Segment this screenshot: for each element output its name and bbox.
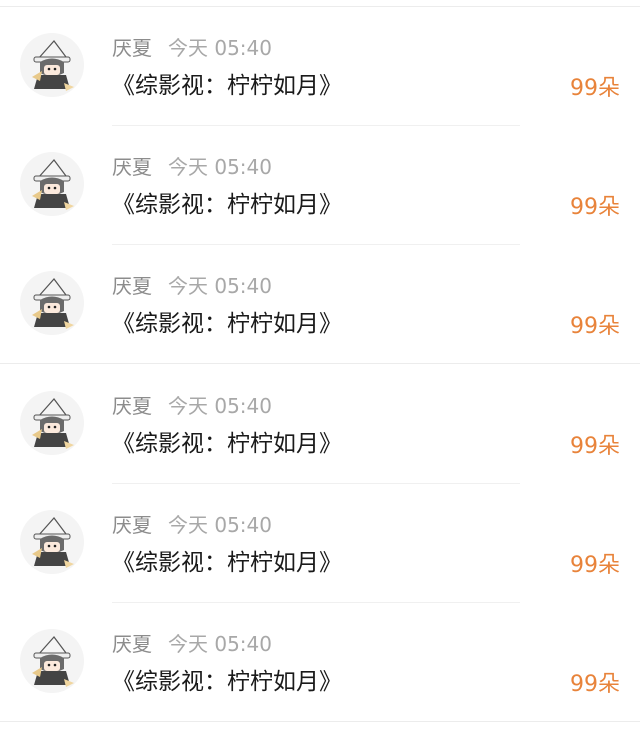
book-title[interactable]: 《综影视：柠柠如月》: [112, 70, 342, 102]
book-title[interactable]: 《综影视：柠柠如月》: [112, 308, 342, 340]
flower-count: 99朵: [570, 672, 620, 697]
avatar[interactable]: [20, 510, 84, 574]
timestamp: 今天 05:40: [168, 36, 272, 60]
flower-count: 99朵: [570, 553, 620, 578]
book-title[interactable]: 《综影视：柠柠如月》: [112, 189, 342, 221]
list-item[interactable]: 厌夏 今天 05:40 《综影视：柠柠如月》 99朵: [0, 365, 640, 484]
list-item[interactable]: 厌夏 今天 05:40 《综影视：柠柠如月》 99朵: [0, 7, 640, 126]
list-item[interactable]: 厌夏 今天 05:40 《综影视：柠柠如月》 99朵: [0, 245, 640, 364]
meta-line: 厌夏 今天 05:40: [112, 35, 272, 61]
list-item[interactable]: 厌夏 今天 05:40 《综影视：柠柠如月》 99朵: [0, 484, 640, 603]
gift-record-list: 厌夏 今天 05:40 《综影视：柠柠如月》 99朵 厌夏 今天 05:40 《综影…: [0, 0, 640, 735]
meta-line: 厌夏 今天 05:40: [112, 393, 272, 419]
timestamp: 今天 05:40: [168, 632, 272, 656]
flower-count: 99朵: [570, 76, 620, 101]
avatar-chibi-icon: [32, 159, 74, 210]
avatar[interactable]: [20, 391, 84, 455]
avatar[interactable]: [20, 152, 84, 216]
avatar-chibi-icon: [32, 636, 74, 687]
row-divider: [0, 721, 640, 722]
username[interactable]: 厌夏: [112, 632, 152, 656]
username[interactable]: 厌夏: [112, 274, 152, 298]
username[interactable]: 厌夏: [112, 513, 152, 537]
avatar-chibi-icon: [32, 278, 74, 329]
username[interactable]: 厌夏: [112, 155, 152, 179]
avatar-chibi-icon: [32, 398, 74, 449]
list-item[interactable]: 厌夏 今天 05:40 《综影视：柠柠如月》 99朵: [0, 603, 640, 722]
meta-line: 厌夏 今天 05:40: [112, 512, 272, 538]
avatar-chibi-icon: [32, 40, 74, 91]
timestamp: 今天 05:40: [168, 274, 272, 298]
book-title[interactable]: 《综影视：柠柠如月》: [112, 547, 342, 579]
username[interactable]: 厌夏: [112, 394, 152, 418]
username[interactable]: 厌夏: [112, 36, 152, 60]
timestamp: 今天 05:40: [168, 155, 272, 179]
avatar[interactable]: [20, 271, 84, 335]
flower-count: 99朵: [570, 314, 620, 339]
avatar-chibi-icon: [32, 517, 74, 568]
meta-line: 厌夏 今天 05:40: [112, 631, 272, 657]
avatar[interactable]: [20, 629, 84, 693]
avatar[interactable]: [20, 33, 84, 97]
meta-line: 厌夏 今天 05:40: [112, 273, 272, 299]
flower-count: 99朵: [570, 434, 620, 459]
flower-count: 99朵: [570, 195, 620, 220]
book-title[interactable]: 《综影视：柠柠如月》: [112, 666, 342, 698]
timestamp: 今天 05:40: [168, 394, 272, 418]
meta-line: 厌夏 今天 05:40: [112, 154, 272, 180]
row-divider: [0, 363, 640, 364]
book-title[interactable]: 《综影视：柠柠如月》: [112, 428, 342, 460]
timestamp: 今天 05:40: [168, 513, 272, 537]
list-item[interactable]: 厌夏 今天 05:40 《综影视：柠柠如月》 99朵: [0, 126, 640, 245]
